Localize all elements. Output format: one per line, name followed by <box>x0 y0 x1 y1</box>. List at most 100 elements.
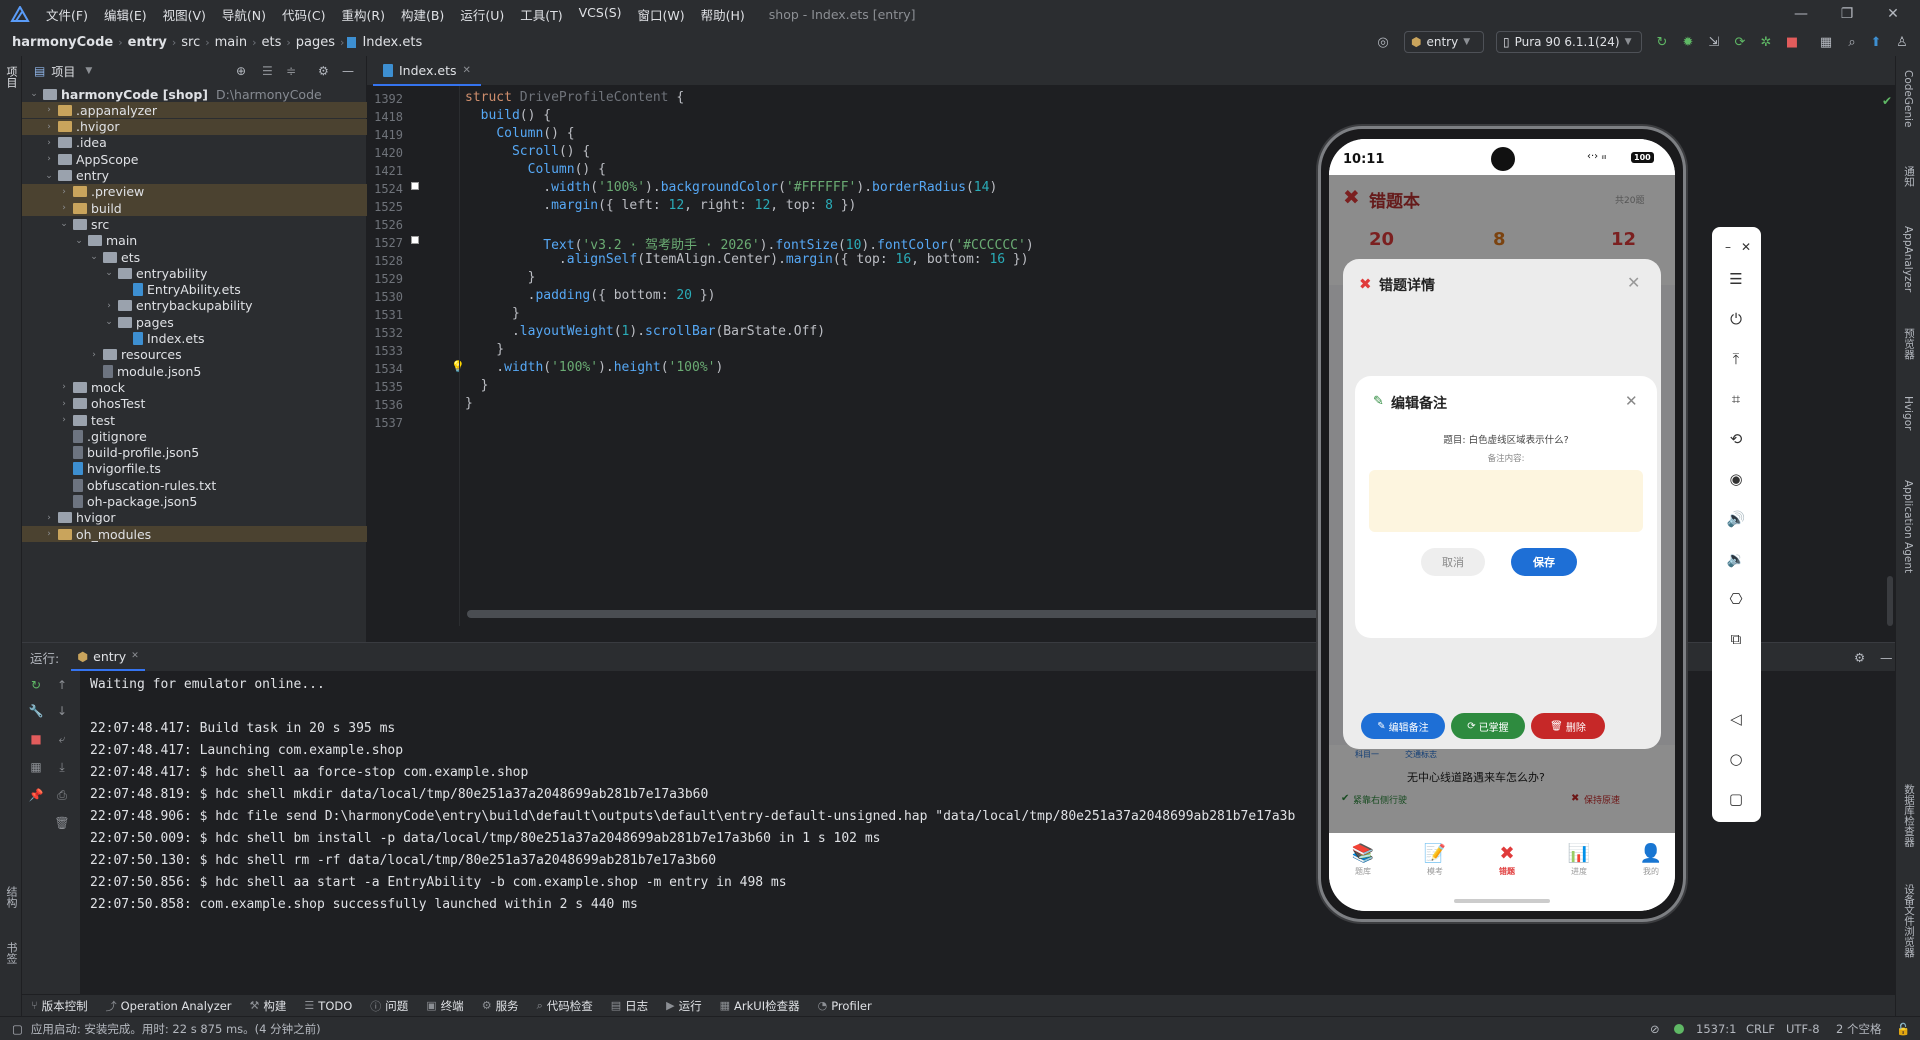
phone-tab-0[interactable]: 📚 题库 <box>1335 843 1391 877</box>
save-button[interactable]: 保存 <box>1511 548 1577 576</box>
tree-item[interactable]: .gitignore <box>22 428 367 444</box>
tree-item[interactable]: › entrybackupability <box>22 298 367 314</box>
caret-position[interactable]: 1537:1 <box>1696 1022 1736 1036</box>
tree-item[interactable]: ⌄ main <box>22 233 367 249</box>
target-icon[interactable]: ◎ <box>1375 34 1391 50</box>
tool-window-button[interactable]: ▤ 日志 <box>602 998 657 1014</box>
chevron-down-icon[interactable]: ⌄ <box>103 317 115 327</box>
top-icon[interactable]: ⤒ <box>1724 347 1748 371</box>
menu-icon[interactable]: ☰ <box>1724 267 1748 291</box>
chevron-right-icon[interactable]: › <box>43 154 55 164</box>
close-tab-icon[interactable]: ✕ <box>131 651 139 661</box>
tree-item[interactable]: › test <box>22 412 367 428</box>
chevron-right-icon[interactable]: › <box>58 399 70 409</box>
breadcrumb-item[interactable]: Index.ets <box>360 35 424 50</box>
menu-item[interactable]: 文件(F) <box>38 5 96 24</box>
menu-item[interactable]: 重构(R) <box>334 5 393 24</box>
tree-item[interactable]: build-profile.json5 <box>22 445 367 461</box>
print-icon[interactable]: ⎙ <box>54 787 70 803</box>
right-tool-button[interactable]: Application Agent <box>1902 480 1914 573</box>
vertical-scrollbar[interactable] <box>1887 576 1893 626</box>
code-line[interactable]: .width('100%').height('100%') <box>465 360 723 375</box>
right-tool-button[interactable]: 设备文件浏览器 <box>1902 884 1917 958</box>
chevron-right-icon[interactable]: › <box>43 122 55 132</box>
tree-item[interactable]: › build <box>22 200 367 217</box>
chevron-down-icon[interactable]: ⌄ <box>73 236 85 246</box>
hide-panel-icon[interactable]: — <box>342 64 354 78</box>
recents-icon[interactable]: ▢ <box>1724 787 1748 811</box>
chevron-down-icon[interactable]: ⌄ <box>28 89 40 99</box>
tree-item[interactable]: › .idea <box>22 135 367 151</box>
code-line[interactable]: } <box>465 270 536 285</box>
run-console[interactable]: Waiting for emulator online... 22:07:48.4… <box>90 671 1320 991</box>
menu-item[interactable]: 工具(T) <box>512 5 570 24</box>
menu-item[interactable]: 代码(C) <box>274 5 333 24</box>
code-line[interactable]: .alignSelf(ItemAlign.Center).margin({ to… <box>465 252 1029 267</box>
tool-window-button[interactable]: ▣ 终端 <box>417 998 472 1014</box>
run-config-dropdown[interactable]: ⬢ entry ▼ <box>1404 31 1484 53</box>
tree-item[interactable]: obfuscation-rules.txt <box>22 477 367 493</box>
device-dropdown[interactable]: ▯ Pura 90 6.1.1(24) ▼ <box>1496 31 1642 53</box>
account-icon[interactable]: ♙ <box>1894 34 1910 50</box>
soft-wrap-icon[interactable]: ⤶ <box>54 731 70 747</box>
tool-window-button[interactable]: ⓘ 问题 <box>361 998 417 1014</box>
tree-item[interactable]: ⌄ entry <box>22 168 367 184</box>
apply-changes-icon[interactable]: ⟳ <box>1732 34 1748 50</box>
search-icon[interactable]: ⌕ <box>1844 34 1860 50</box>
menu-item[interactable]: 运行(U) <box>452 5 512 24</box>
home-icon[interactable]: ○ <box>1724 747 1748 771</box>
right-tool-button[interactable]: 预览器 <box>1902 328 1917 360</box>
readonly-icon[interactable]: ⊘ <box>1650 1022 1660 1036</box>
menu-item[interactable]: 构建(B) <box>393 5 452 24</box>
shake-icon[interactable]: ⎔ <box>1724 587 1748 611</box>
tool-window-button[interactable]: ⌕ 代码检查 <box>528 998 602 1014</box>
color-swatch-icon[interactable] <box>411 182 419 190</box>
code-line[interactable]: } <box>465 306 520 321</box>
phone-tab-3[interactable]: 📊 进度 <box>1551 843 1607 877</box>
project-view-selector[interactable]: 项目 <box>51 63 75 80</box>
expand-all-icon[interactable]: ☰ <box>262 64 273 78</box>
tree-item[interactable]: ⌄ pages <box>22 314 367 330</box>
chevron-right-icon[interactable]: › <box>58 382 70 392</box>
tab-run-entry[interactable]: ⬢ entry ✕ <box>71 643 145 671</box>
right-tool-button[interactable]: 数据库检查器 <box>1902 784 1917 847</box>
phone-tab-1[interactable]: 📝 模考 <box>1407 843 1463 877</box>
tree-item[interactable]: › .appanalyzer <box>22 102 367 119</box>
tree-item[interactable]: › mock <box>22 379 367 395</box>
code-line[interactable]: Column() { <box>465 126 574 141</box>
tree-item[interactable]: › hvigor <box>22 510 367 526</box>
chevron-right-icon[interactable]: › <box>58 203 70 213</box>
back-icon[interactable]: ◁ <box>1724 707 1748 731</box>
chevron-right-icon[interactable]: › <box>43 105 55 115</box>
right-tool-button[interactable]: Hvigor <box>1902 396 1914 430</box>
tree-item[interactable]: › ohosTest <box>22 396 367 412</box>
tool-window-button[interactable]: ▦ ArkUI检查器 <box>711 998 809 1014</box>
layout-icon[interactable]: ▦ <box>28 759 44 775</box>
tool-window-button[interactable]: ⑂ 版本控制 <box>22 998 97 1014</box>
right-tool-button[interactable]: 通知 <box>1902 166 1917 187</box>
rotate-icon[interactable]: ⟲ <box>1724 427 1748 451</box>
code-line[interactable]: .layoutWeight(1).scrollBar(BarState.Off) <box>465 324 825 339</box>
menu-item[interactable]: 帮助(H) <box>693 5 753 24</box>
scroll-down-icon[interactable]: ↓ <box>54 703 70 719</box>
right-tool-button[interactable]: AppAnalyzer <box>1902 226 1914 292</box>
indent-setting[interactable]: 2 个空格 <box>1836 1021 1881 1037</box>
tree-item[interactable]: Index.ets <box>22 331 367 347</box>
volume-down-icon[interactable]: 🔉 <box>1724 547 1748 571</box>
chevron-down-icon[interactable]: ⌄ <box>88 252 100 262</box>
code-line[interactable]: .margin({ left: 12, right: 12, top: 8 }) <box>465 198 856 213</box>
tree-item[interactable]: hvigorfile.ts <box>22 461 367 477</box>
chevron-right-icon[interactable]: › <box>43 513 55 523</box>
stop-icon[interactable]: ■ <box>28 731 44 747</box>
breadcrumb-item[interactable]: src <box>179 35 202 50</box>
status-message[interactable]: 应用启动: 安装完成。用时: 22 s 875 ms。(4 分钟之前) <box>31 1021 321 1037</box>
menu-item[interactable]: VCS(S) <box>571 5 630 24</box>
tool-window-button[interactable]: ☰ TODO <box>295 999 361 1013</box>
tree-item[interactable]: module.json5 <box>22 363 367 379</box>
menu-item[interactable]: 编辑(E) <box>96 5 155 24</box>
gear-icon[interactable]: ⚙ <box>1854 650 1865 665</box>
gear-icon[interactable]: ⚙ <box>318 64 329 78</box>
chevron-right-icon[interactable]: › <box>88 350 100 360</box>
device-manager-icon[interactable]: ▦ <box>1818 34 1834 50</box>
scroll-up-icon[interactable]: ↑ <box>54 677 70 693</box>
